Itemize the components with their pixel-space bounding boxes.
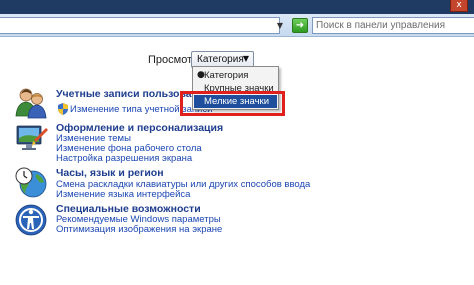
title-bar: x [0,0,474,14]
menu-item-category-label: Категория [204,70,249,81]
link-optimize-display[interactable]: Оптимизация изображения на экране [56,224,222,235]
view-select-value: Категория [197,54,244,65]
link-change-display-language[interactable]: Изменение языка интерфейса [56,189,190,200]
close-icon: x [456,0,462,10]
accessibility-icon [15,204,47,236]
search-placeholder: Поиск в панели управления [316,20,446,31]
appearance-icon [16,125,48,150]
shield-icon [58,103,68,115]
address-dropdown-icon[interactable]: ▼ [273,18,287,33]
chevron-down-icon: ▼ [242,54,249,63]
search-input[interactable]: Поиск в панели управления [312,17,474,34]
close-button[interactable]: x [450,0,468,12]
go-button[interactable]: ➜ [292,18,308,33]
users-icon [15,88,47,119]
selected-bullet-icon: ● [197,70,205,80]
highlight-box [180,91,285,116]
address-bar[interactable] [0,17,280,34]
navigation-bar: ▼ ➜ Поиск в панели управления [0,14,474,37]
menu-item-category[interactable]: ● Категория [194,69,277,82]
clock-globe-icon [15,167,47,198]
category-clock-title[interactable]: Часы, язык и регион [56,167,164,179]
link-adjust-screen-resolution[interactable]: Настройка разрешения экрана [56,153,192,164]
